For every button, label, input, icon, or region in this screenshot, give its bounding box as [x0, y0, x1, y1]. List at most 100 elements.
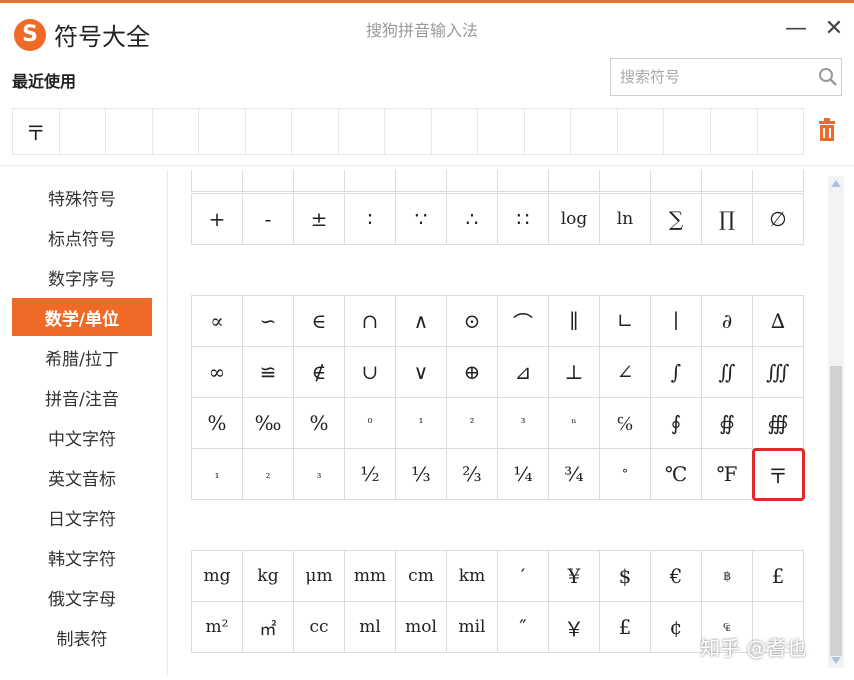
symbol-cell[interactable]: ∽: [243, 296, 294, 347]
symbol-cell[interactable]: ³: [498, 398, 549, 449]
minimize-button[interactable]: —: [782, 15, 810, 43]
symbol-cell[interactable]: ⅓: [396, 449, 447, 500]
search-input[interactable]: [611, 60, 814, 94]
symbol-cell[interactable]: ℃: [651, 449, 702, 500]
symbol-cell[interactable]: ∯: [702, 398, 753, 449]
trash-icon[interactable]: [816, 118, 838, 144]
recent-symbol-cell[interactable]: [339, 109, 386, 154]
symbol-cell[interactable]: ml: [345, 602, 396, 653]
symbol-cell[interactable]: ¼: [498, 449, 549, 500]
recent-symbol-cell[interactable]: [525, 109, 572, 154]
symbol-cell[interactable]: ⁰: [345, 398, 396, 449]
symbol-cell[interactable]: ∷: [498, 194, 549, 245]
symbol-cell[interactable]: μm: [294, 551, 345, 602]
symbol-cell[interactable]: ∞: [192, 347, 243, 398]
symbol-cell[interactable]: ∠: [600, 347, 651, 398]
symbol-cell[interactable]: €: [651, 551, 702, 602]
symbol-cell[interactable]: ⊙: [447, 296, 498, 347]
symbol-cell[interactable]: ⊕: [447, 347, 498, 398]
symbol-cell[interactable]: mm: [345, 551, 396, 602]
sidebar-item-4[interactable]: 希腊/拉丁: [12, 338, 152, 376]
symbol-cell[interactable]: 〒: [752, 448, 805, 501]
symbol-cell[interactable]: ∧: [396, 296, 447, 347]
symbol-cell[interactable]: ₃: [294, 449, 345, 500]
symbol-cell[interactable]: ∑: [651, 194, 702, 245]
sidebar-item-8[interactable]: 日文字符: [12, 498, 152, 536]
recent-symbol-cell[interactable]: [246, 109, 293, 154]
sidebar-item-0[interactable]: 特殊符号: [12, 178, 152, 216]
symbol-cell[interactable]: ≌: [243, 347, 294, 398]
search-icon[interactable]: [814, 60, 841, 94]
symbol-cell[interactable]: ∨: [396, 347, 447, 398]
symbol-cell[interactable]: ∰: [753, 398, 804, 449]
symbol-cell[interactable]: %: [192, 398, 243, 449]
symbol-cell[interactable]: log: [549, 194, 600, 245]
scroll-up-arrow-icon[interactable]: [831, 180, 841, 187]
symbol-cell[interactable]: ‰: [243, 398, 294, 449]
symbol-cell[interactable]: km: [447, 551, 498, 602]
symbol-cell[interactable]: ″: [498, 602, 549, 653]
symbol-cell[interactable]: ½: [345, 449, 396, 500]
symbol-cell[interactable]: ¾: [549, 449, 600, 500]
symbol-cell[interactable]: ∅: [753, 194, 804, 245]
recent-symbol-cell[interactable]: [199, 109, 246, 154]
symbol-cell[interactable]: £: [753, 551, 804, 602]
close-button[interactable]: ✕: [820, 15, 848, 43]
symbol-cell[interactable]: ∆: [753, 296, 804, 347]
symbol-cell[interactable]: $: [600, 551, 651, 602]
symbol-cell[interactable]: ∝: [192, 296, 243, 347]
recent-symbol-cell[interactable]: [664, 109, 711, 154]
symbol-cell[interactable]: ∵: [396, 194, 447, 245]
recent-symbol-cell[interactable]: [711, 109, 758, 154]
symbol-cell[interactable]: cc: [294, 602, 345, 653]
symbol-cell[interactable]: ¥: [549, 551, 600, 602]
sidebar-item-10[interactable]: 俄文字母: [12, 578, 152, 616]
sidebar-item-2[interactable]: 数字序号: [12, 258, 152, 296]
sidebar-item-1[interactable]: 标点符号: [12, 218, 152, 256]
recent-symbol-cell[interactable]: [618, 109, 665, 154]
symbol-cell[interactable]: -: [243, 194, 294, 245]
scroll-down-arrow-icon[interactable]: [831, 657, 841, 664]
symbol-cell[interactable]: ∫: [651, 347, 702, 398]
recent-symbol-cell[interactable]: [758, 109, 804, 154]
recent-symbol-cell[interactable]: [106, 109, 153, 154]
symbol-cell[interactable]: ⊥: [549, 347, 600, 398]
sidebar-item-11[interactable]: 制表符: [12, 618, 152, 656]
symbol-cell[interactable]: ℉: [702, 449, 753, 500]
symbol-cell[interactable]: ¹: [396, 398, 447, 449]
symbol-cell[interactable]: ∣: [651, 296, 702, 347]
symbol-cell[interactable]: mol: [396, 602, 447, 653]
symbol-cell[interactable]: ₁: [192, 449, 243, 500]
symbol-cell[interactable]: ¢: [651, 602, 702, 653]
recent-symbol-cell[interactable]: [60, 109, 107, 154]
symbol-cell[interactable]: ∟: [600, 296, 651, 347]
recent-symbol-cell[interactable]: [571, 109, 618, 154]
recent-symbol-cell[interactable]: [478, 109, 525, 154]
symbol-cell[interactable]: ∭: [753, 347, 804, 398]
symbol-cell[interactable]: ￥: [549, 602, 600, 653]
symbol-cell[interactable]: ∏: [702, 194, 753, 245]
symbol-cell[interactable]: ⅔: [447, 449, 498, 500]
symbol-cell[interactable]: ℅: [600, 398, 651, 449]
symbol-cell[interactable]: ln: [600, 194, 651, 245]
symbol-cell[interactable]: ∩: [345, 296, 396, 347]
symbol-cell[interactable]: mil: [447, 602, 498, 653]
symbol-cell[interactable]: ∉: [294, 347, 345, 398]
symbol-cell[interactable]: +: [192, 194, 243, 245]
recent-symbol-cell[interactable]: [292, 109, 339, 154]
sidebar-item-6[interactable]: 中文字符: [12, 418, 152, 456]
recent-symbol-cell[interactable]: [385, 109, 432, 154]
symbol-cell[interactable]: kg: [243, 551, 294, 602]
scrollbar[interactable]: [828, 176, 844, 668]
symbol-cell[interactable]: ⁿ: [549, 398, 600, 449]
scroll-thumb[interactable]: [830, 366, 842, 656]
symbol-cell[interactable]: ∥: [549, 296, 600, 347]
symbol-cell[interactable]: ∬: [702, 347, 753, 398]
symbol-cell[interactable]: ∶: [345, 194, 396, 245]
symbol-cell[interactable]: ⌒: [498, 296, 549, 347]
sidebar-item-5[interactable]: 拼音/注音: [12, 378, 152, 416]
sidebar-item-9[interactable]: 韩文字符: [12, 538, 152, 576]
symbol-cell[interactable]: ㎡: [243, 602, 294, 653]
recent-symbol-cell[interactable]: 〒: [13, 109, 60, 154]
symbol-cell[interactable]: ⊿: [498, 347, 549, 398]
